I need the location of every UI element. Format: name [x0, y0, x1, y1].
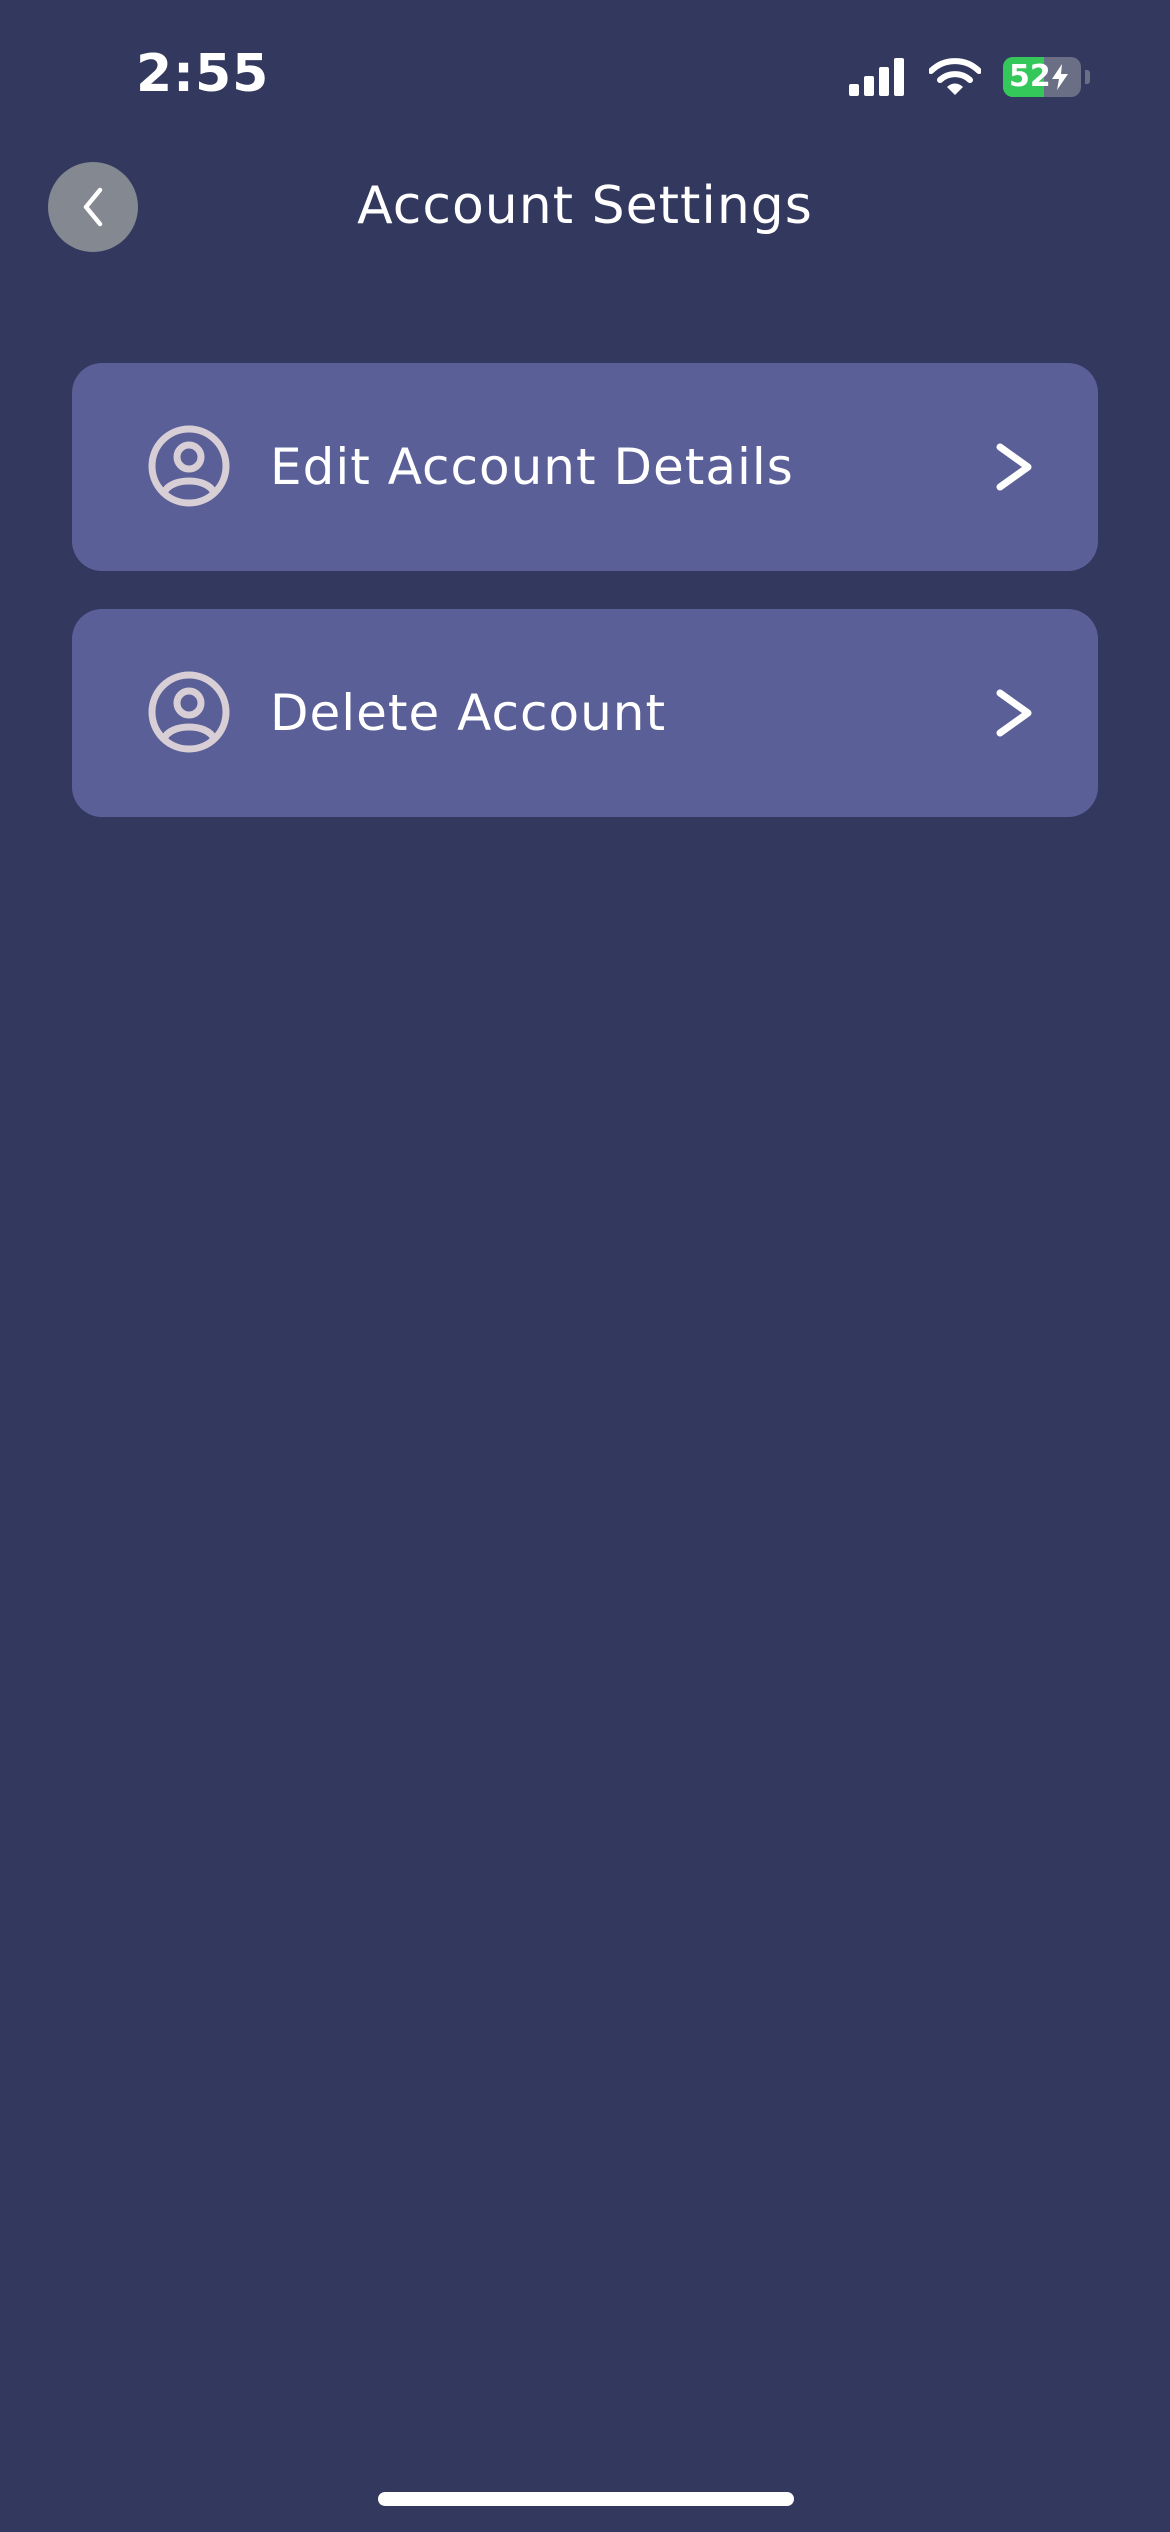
page-title: Account Settings	[357, 176, 813, 236]
status-time: 2:55	[136, 44, 270, 104]
status-icons: 52	[849, 52, 1090, 102]
battery-level: 52	[1009, 59, 1051, 94]
user-circle-icon	[148, 671, 230, 753]
edit-account-details-label: Edit Account Details	[270, 438, 794, 496]
charging-bolt-icon	[1051, 64, 1068, 90]
nav-header: Account Settings	[0, 150, 1170, 260]
delete-account-button[interactable]: Delete Account	[72, 609, 1098, 817]
account-settings-menu: Edit Account Details Delete Account	[72, 363, 1098, 855]
user-circle-icon	[148, 425, 230, 507]
delete-account-label: Delete Account	[270, 684, 667, 742]
battery-indicator: 52	[1003, 57, 1081, 97]
home-indicator	[378, 2492, 794, 2506]
chevron-right-icon	[996, 443, 1032, 491]
battery-nub	[1085, 70, 1090, 84]
wifi-icon	[929, 58, 981, 95]
account-settings-screen: 2:55 52 Account Settings Edit Account De…	[0, 0, 1170, 2532]
edit-account-details-button[interactable]: Edit Account Details	[72, 363, 1098, 571]
chevron-right-icon	[996, 689, 1032, 737]
cellular-signal-icon	[849, 58, 904, 96]
status-bar: 2:55 52	[0, 0, 1170, 150]
